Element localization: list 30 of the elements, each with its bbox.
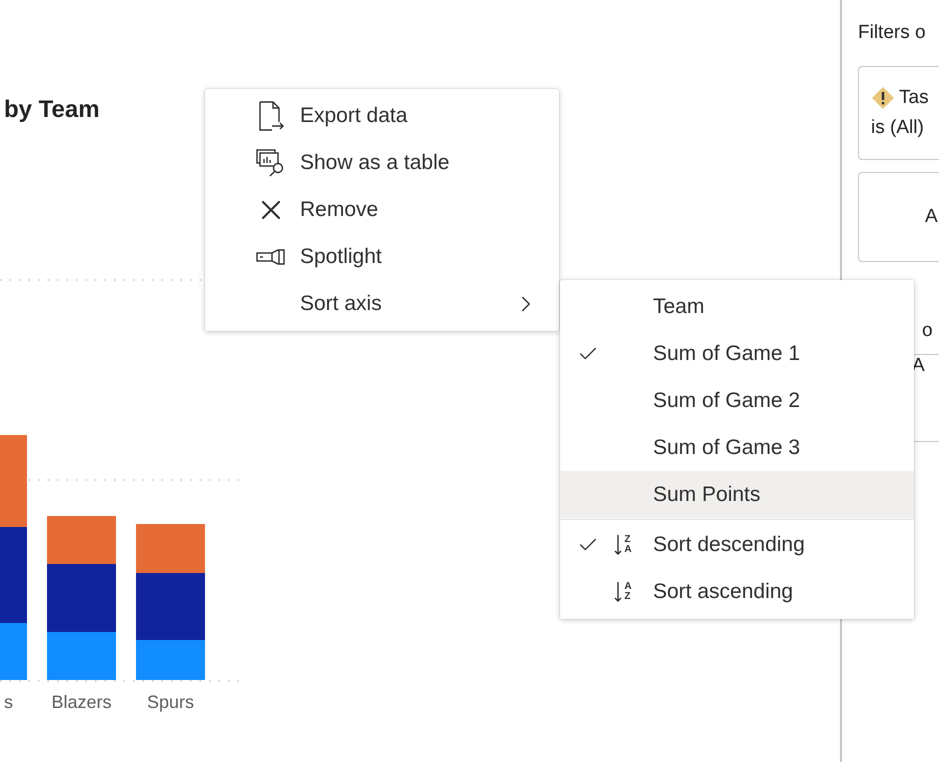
menu-item[interactable]: Sum of Game 3 xyxy=(560,424,914,471)
axis-label: Spurs xyxy=(146,692,194,713)
menu-item[interactable]: Sum Points xyxy=(560,471,914,518)
axis-label: Blazers xyxy=(51,692,112,713)
bar-segment xyxy=(47,564,116,632)
filter-value: is (All) xyxy=(871,117,924,139)
menu-item[interactable]: Sum of Game 2 xyxy=(560,377,914,424)
filter-card-text: A xyxy=(925,206,938,228)
chart-magnifier-icon xyxy=(256,148,286,176)
bar-segment xyxy=(47,516,116,564)
menu-item[interactable]: Spotlight xyxy=(205,233,559,280)
pane-title: Filters o xyxy=(858,22,926,45)
filter-card[interactable]: A xyxy=(858,172,939,262)
menu-item[interactable]: Sum of Game 1 xyxy=(560,330,914,377)
section-title: o xyxy=(922,320,933,343)
warning-icon xyxy=(871,86,895,110)
menu-item[interactable]: Team xyxy=(560,283,914,330)
bar-segment xyxy=(136,524,205,573)
menu-item[interactable]: Export data xyxy=(205,92,559,139)
menu-item[interactable]: Remove xyxy=(205,186,559,233)
flashlight-icon xyxy=(256,248,286,264)
menu-item[interactable]: Show as a table xyxy=(205,139,559,186)
menu-item[interactable]: Z A Sort descending xyxy=(560,521,914,568)
chart-title: by Team xyxy=(4,96,100,125)
filter-card[interactable]: Tas is (All) xyxy=(858,66,939,160)
filter-name: Tas xyxy=(899,87,929,109)
menu-item[interactable]: Sort axis xyxy=(205,280,559,327)
menu-item[interactable]: A Z Sort ascending xyxy=(560,568,914,615)
axis-label: s xyxy=(3,692,13,713)
bar-segment xyxy=(47,632,116,680)
